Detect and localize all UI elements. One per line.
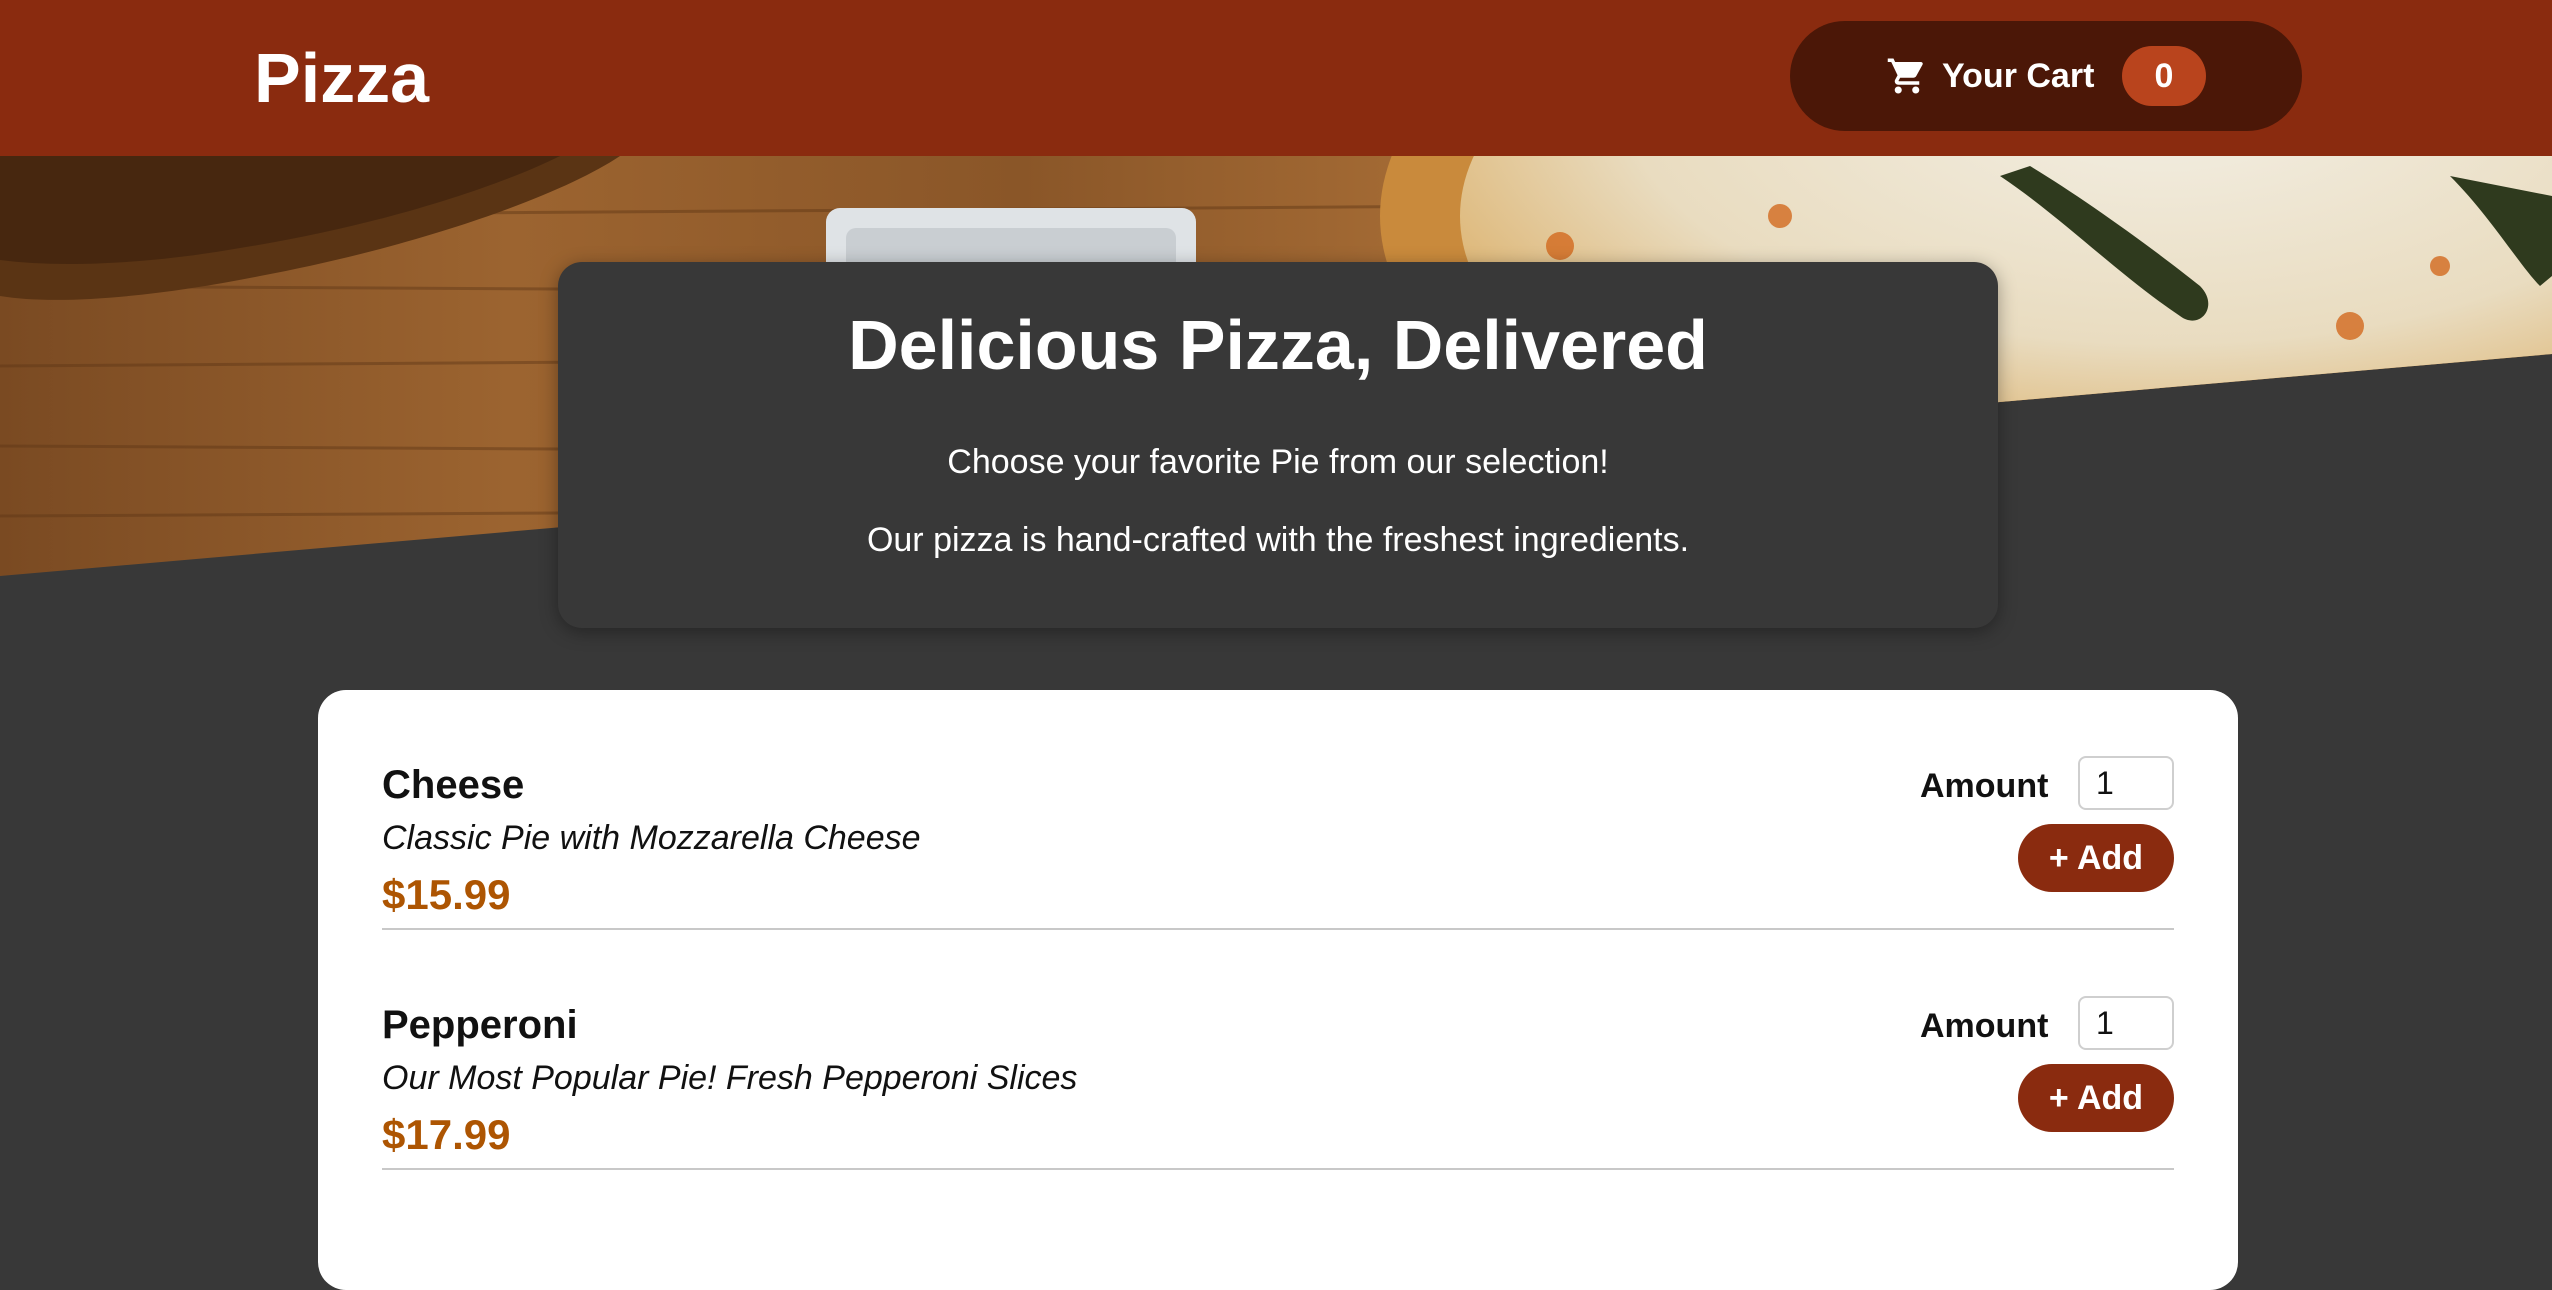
amount-input[interactable] [2078, 996, 2174, 1050]
summary-line-1: Choose your favorite Pie from our select… [947, 443, 1609, 481]
meal-price: $17.99 [382, 1111, 511, 1158]
brand-title: Pizza [254, 39, 430, 117]
meal-name: Pepperoni [382, 1003, 578, 1047]
cart-count-badge: 0 [2122, 46, 2206, 106]
amount-label: Amount [1920, 1007, 2049, 1045]
meal-price: $15.99 [382, 871, 511, 918]
cart-label: Your Cart [1942, 57, 2095, 95]
summary-card: Delicious Pizza, Delivered Choose your f… [558, 262, 1998, 628]
cart-button[interactable]: Your Cart 0 [1790, 21, 2302, 131]
meal-description: Our Most Popular Pie! Fresh Pepperoni Sl… [382, 1059, 1078, 1097]
amount-input[interactable] [2078, 756, 2174, 810]
summary-title: Delicious Pizza, Delivered [848, 306, 1708, 384]
amount-label: Amount [1920, 767, 2049, 805]
list-item: Cheese Classic Pie with Mozzarella Chees… [382, 690, 2174, 930]
header: Pizza Your Cart 0 [0, 0, 2552, 156]
list-item: Pepperoni Our Most Popular Pie! Fresh Pe… [382, 930, 2174, 1170]
add-button[interactable]: + Add [2018, 1064, 2174, 1132]
meals-list: Cheese Classic Pie with Mozzarella Chees… [318, 690, 2238, 1290]
meal-description: Classic Pie with Mozzarella Cheese [382, 819, 921, 857]
summary-line-2: Our pizza is hand-crafted with the fresh… [866, 521, 1690, 559]
cart-icon [1887, 58, 1923, 94]
add-button[interactable]: + Add [2018, 824, 2174, 892]
meal-name: Cheese [382, 763, 525, 807]
